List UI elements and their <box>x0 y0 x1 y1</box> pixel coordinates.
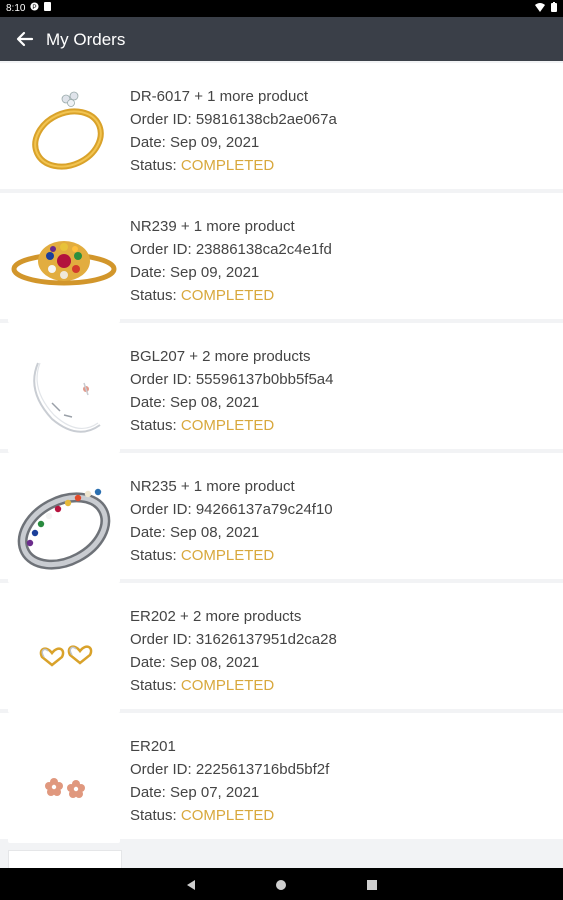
order-thumbnail <box>8 601 120 713</box>
svg-text:P: P <box>33 4 37 11</box>
order-status: Status: COMPLETED <box>130 544 333 567</box>
status-value: COMPLETED <box>180 157 275 174</box>
order-title: NR235 + 1 more product <box>130 478 295 495</box>
order-id: Order ID: 2225613716bd5bf2f <box>130 761 330 778</box>
order-thumbnail <box>8 341 120 453</box>
order-date: Date: Sep 08, 2021 <box>130 394 260 411</box>
order-thumbnail <box>8 211 120 323</box>
back-arrow-icon <box>16 31 34 47</box>
status-label: Status: <box>130 287 181 304</box>
order-thumbnail <box>8 471 120 583</box>
nav-home-button[interactable] <box>273 877 289 893</box>
order-thumbnail <box>8 77 120 189</box>
order-date: Date: Sep 08, 2021 <box>130 524 260 541</box>
order-info: ER201 Order ID: 2225613716bd5bf2f Date: … <box>130 735 329 827</box>
sim-icon <box>44 2 52 14</box>
order-date: Date: Sep 08, 2021 <box>130 654 260 671</box>
triangle-back-icon <box>187 880 195 890</box>
order-title: NR239 + 1 more product <box>130 218 295 235</box>
status-label: Status: <box>130 677 181 694</box>
order-id: Order ID: 55596137b0bb5f5a4 <box>130 371 334 388</box>
order-id: Order ID: 94266137a79c24f10 <box>130 501 333 518</box>
order-title: ER202 + 2 more products <box>130 608 302 625</box>
status-value: COMPLETED <box>180 547 275 564</box>
order-id: Order ID: 59816138cb2ae067a <box>130 111 337 128</box>
order-status: Status: COMPLETED <box>130 674 337 697</box>
order-card[interactable]: NR239 + 1 more product Order ID: 2388613… <box>0 193 563 323</box>
order-date: Date: Sep 07, 2021 <box>130 784 260 801</box>
order-status: Status: COMPLETED <box>130 804 329 827</box>
order-thumbnail <box>8 731 120 843</box>
bracelet-icon <box>33 362 101 433</box>
status-label: Status: <box>130 417 181 434</box>
status-value: COMPLETED <box>180 807 275 824</box>
status-time: 8:10 <box>6 2 26 14</box>
status-value: COMPLETED <box>180 677 275 694</box>
order-id: Order ID: 31626137951d2ca28 <box>130 631 337 648</box>
heart-earrings-icon <box>39 645 93 667</box>
nav-recents-button[interactable] <box>364 877 380 893</box>
order-info: BGL207 + 2 more products Order ID: 55596… <box>130 345 334 437</box>
page-title: My Orders <box>46 30 126 49</box>
order-card[interactable]: BGL207 + 2 more products Order ID: 55596… <box>0 323 563 453</box>
back-button[interactable] <box>12 26 38 52</box>
status-label: Status: <box>130 547 181 564</box>
order-card[interactable]: DR-6017 + 1 more product Order ID: 59816… <box>0 63 563 189</box>
order-title: DR-6017 + 1 more product <box>130 88 309 105</box>
app-bar: My Orders <box>0 17 563 61</box>
notification-icon: P <box>30 2 40 14</box>
circle-home-icon <box>276 880 286 890</box>
status-value: COMPLETED <box>180 287 275 304</box>
order-info: ER202 + 2 more products Order ID: 316261… <box>130 605 337 697</box>
order-info: DR-6017 + 1 more product Order ID: 59816… <box>130 85 337 177</box>
order-date: Date: Sep 09, 2021 <box>130 134 260 151</box>
order-info: NR239 + 1 more product Order ID: 2388613… <box>130 215 332 307</box>
order-card[interactable]: ER202 + 2 more products Order ID: 316261… <box>0 583 563 713</box>
order-date: Date: Sep 09, 2021 <box>130 264 260 281</box>
order-id: Order ID: 23886138ca2c4e1fd <box>130 241 332 258</box>
order-title: BGL207 + 2 more products <box>130 348 311 365</box>
status-value: COMPLETED <box>180 417 275 434</box>
status-label: Status: <box>130 157 181 174</box>
order-card[interactable]: ER201 Order ID: 2225613716bd5bf2f Date: … <box>0 713 563 843</box>
status-bar: 8:10 P <box>0 0 563 17</box>
wifi-icon <box>535 2 545 15</box>
order-status: Status: COMPLETED <box>130 414 334 437</box>
status-label: Status: <box>130 807 181 824</box>
order-info: NR235 + 1 more product Order ID: 9426613… <box>130 475 333 567</box>
order-card[interactable]: NR235 + 1 more product Order ID: 9426613… <box>0 453 563 583</box>
flower-earrings-icon <box>45 778 85 798</box>
navratna-ring-icon <box>11 241 117 286</box>
order-title: ER201 <box>130 738 176 755</box>
navigation-bar <box>0 868 563 900</box>
band-ring-icon <box>17 488 111 570</box>
square-recents-icon <box>367 880 377 890</box>
order-status: Status: COMPLETED <box>130 284 332 307</box>
order-status: Status: COMPLETED <box>130 154 337 177</box>
nav-back-button[interactable] <box>183 877 199 893</box>
ring-icon <box>32 91 104 170</box>
battery-icon <box>551 2 557 15</box>
